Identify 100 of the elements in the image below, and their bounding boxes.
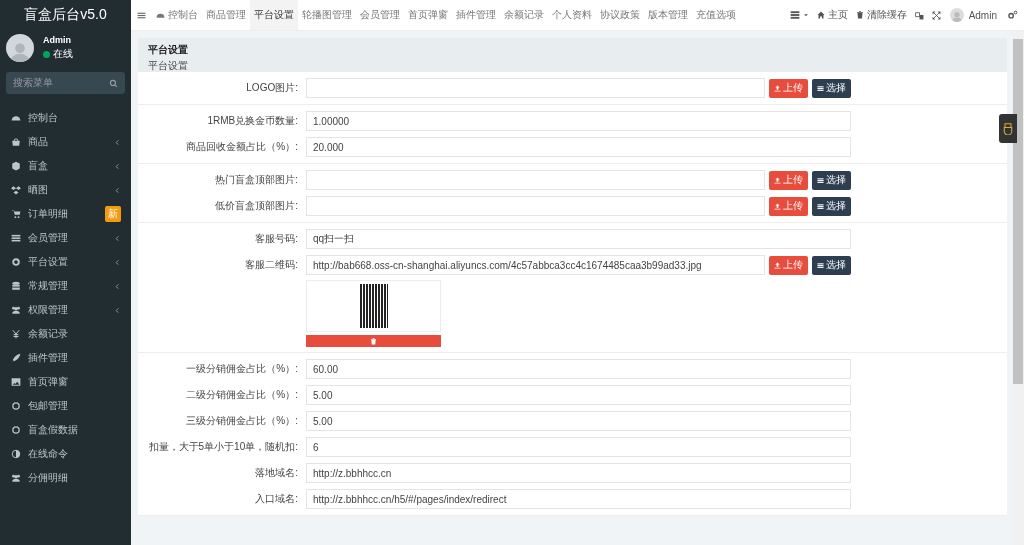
field-label: 三级分销佣金占比（%）: — [185, 414, 299, 428]
nav-tab[interactable]: 商品管理 — [202, 0, 250, 30]
chevron-icon — [114, 306, 121, 314]
scrollbar-thumb[interactable] — [1013, 39, 1023, 384]
list-icon — [817, 176, 824, 184]
cart-icon — [11, 209, 21, 219]
users-icon — [11, 305, 21, 315]
upload-button[interactable]: 上传 — [769, 196, 808, 216]
input-field[interactable]: qq扫一扫 — [306, 229, 851, 249]
dashboard-icon — [11, 113, 21, 123]
list-icon — [11, 233, 21, 243]
sidebar-item[interactable]: 常规管理 — [0, 274, 131, 298]
field-label: 热门盲盒顶部图片: — [214, 173, 299, 187]
sidebar-item[interactable]: 会员管理 — [0, 226, 131, 250]
field-label: LOGO图片: — [245, 81, 299, 95]
input-field[interactable]: http://z.bbhhcc.cn/h5/#/pages/index/redirect — [306, 489, 851, 509]
nav-tab[interactable]: 平台设置 — [250, 0, 298, 30]
trash-icon — [370, 337, 377, 345]
sidebar-item[interactable]: 晒图 — [0, 178, 131, 202]
nav-tab[interactable]: 余额记录 — [500, 0, 548, 30]
user-menu[interactable]: Admin — [944, 0, 1002, 30]
input-field[interactable]: 5.00 — [306, 385, 851, 405]
boxes-icon — [11, 185, 21, 195]
upload-icon — [774, 202, 781, 210]
yen-icon — [11, 329, 21, 339]
chevron-icon — [114, 162, 121, 170]
search-icon — [109, 78, 118, 88]
field-label: 入口域名: — [254, 492, 299, 506]
sidebar-item[interactable]: 权限管理 — [0, 298, 131, 322]
input-field[interactable]: http://z.bbhhcc.cn — [306, 463, 851, 483]
select-button[interactable]: 选择 — [812, 170, 851, 190]
users-icon — [11, 473, 21, 483]
field-label: 1RMB兑换金币数量: — [206, 114, 299, 128]
circle-icon — [11, 401, 21, 411]
sidebar-item[interactable]: 订单明细 新 — [0, 202, 131, 226]
sidebar-item[interactable]: 商品 — [0, 130, 131, 154]
select-button[interactable]: 选择 — [812, 255, 851, 275]
sidebar-item[interactable]: 分佣明细 — [0, 466, 131, 490]
header-link[interactable]: 清除缓存 — [851, 0, 911, 30]
floating-tab[interactable] — [999, 114, 1017, 143]
input-field[interactable] — [306, 170, 765, 190]
cube-icon — [11, 161, 21, 171]
sidebar-item[interactable]: 在线命令 — [0, 442, 131, 466]
nav-tab[interactable]: 轮播图管理 — [298, 0, 356, 30]
user-name: Admin — [43, 35, 72, 45]
upload-icon — [774, 176, 781, 184]
field-label: 扣量，大于5单小于10单，随机扣: — [147, 440, 299, 454]
user-status: 在线 — [53, 47, 73, 61]
upload-icon — [774, 261, 781, 269]
chevron-icon — [114, 138, 121, 146]
input-field[interactable]: 1.00000 — [306, 111, 851, 131]
nav-tab[interactable]: 控制台 — [152, 0, 202, 30]
sidebar-item[interactable]: 首页弹窗 — [0, 370, 131, 394]
chevron-icon — [114, 282, 121, 290]
sidebar-item[interactable]: 包邮管理 — [0, 394, 131, 418]
field-label: 客服号码: — [254, 232, 299, 246]
input-field[interactable]: 6 — [306, 437, 851, 457]
upload-button[interactable]: 上传 — [769, 78, 808, 98]
contrast-icon — [11, 449, 21, 459]
new-badge: 新 — [105, 206, 121, 222]
input-field[interactable]: 5.00 — [306, 411, 851, 431]
sidebar-item[interactable]: 盲盒 — [0, 154, 131, 178]
settings-icon — [11, 257, 21, 267]
settings-icon — [1008, 10, 1018, 20]
field-label: 一级分销佣金占比（%）: — [185, 362, 299, 376]
input-field[interactable]: http://bab668.oss-cn-shanghai.aliyuncs.com/4c57abbca3cc4c1674485caa3b99ad33.jpg — [306, 255, 765, 275]
nav-tab[interactable]: 插件管理 — [452, 0, 500, 30]
input-field[interactable]: 60.00 — [306, 359, 851, 379]
chevron-icon — [114, 234, 121, 242]
upload-button[interactable]: 上传 — [769, 170, 808, 190]
nav-tab[interactable]: 充值选项 — [692, 0, 740, 30]
caret-icon — [802, 12, 809, 18]
sidebar-item[interactable]: 余额记录 — [0, 322, 131, 346]
input-field[interactable] — [306, 78, 765, 98]
search-field[interactable]: 搜索菜单 — [6, 72, 125, 94]
panel-title: 平台设置 — [148, 43, 189, 57]
select-button[interactable]: 选择 — [812, 196, 851, 216]
sidebar-item[interactable]: 平台设置 — [0, 250, 131, 274]
header-link[interactable]: 主页 — [812, 0, 852, 30]
chevron-icon — [114, 186, 121, 194]
sidebar-item[interactable]: 插件管理 — [0, 346, 131, 370]
search-placeholder: 搜索菜单 — [13, 76, 53, 90]
field-label: 落地域名: — [254, 466, 299, 480]
nav-tab[interactable]: 协议政策 — [596, 0, 644, 30]
input-field[interactable]: 20.000 — [306, 137, 851, 157]
list-icon — [817, 202, 824, 210]
upload-button[interactable]: 上传 — [769, 255, 808, 275]
nav-tab[interactable]: 首页弹窗 — [404, 0, 452, 30]
select-button[interactable]: 选择 — [812, 78, 851, 98]
database-icon — [11, 281, 21, 291]
sidebar-item[interactable]: 控制台 — [0, 106, 131, 130]
app-title: 盲盒后台v5.0 — [23, 5, 108, 24]
nav-tab[interactable]: 个人资料 — [548, 0, 596, 30]
panel-subtitle: 平台设置 — [148, 59, 189, 73]
input-field[interactable] — [306, 196, 765, 216]
nav-tab[interactable]: 版本管理 — [644, 0, 692, 30]
nav-tab[interactable]: 会员管理 — [356, 0, 404, 30]
circle-icon — [11, 425, 21, 435]
sidebar-item[interactable]: 盲盒假数据 — [0, 418, 131, 442]
menu-icon — [137, 10, 146, 20]
